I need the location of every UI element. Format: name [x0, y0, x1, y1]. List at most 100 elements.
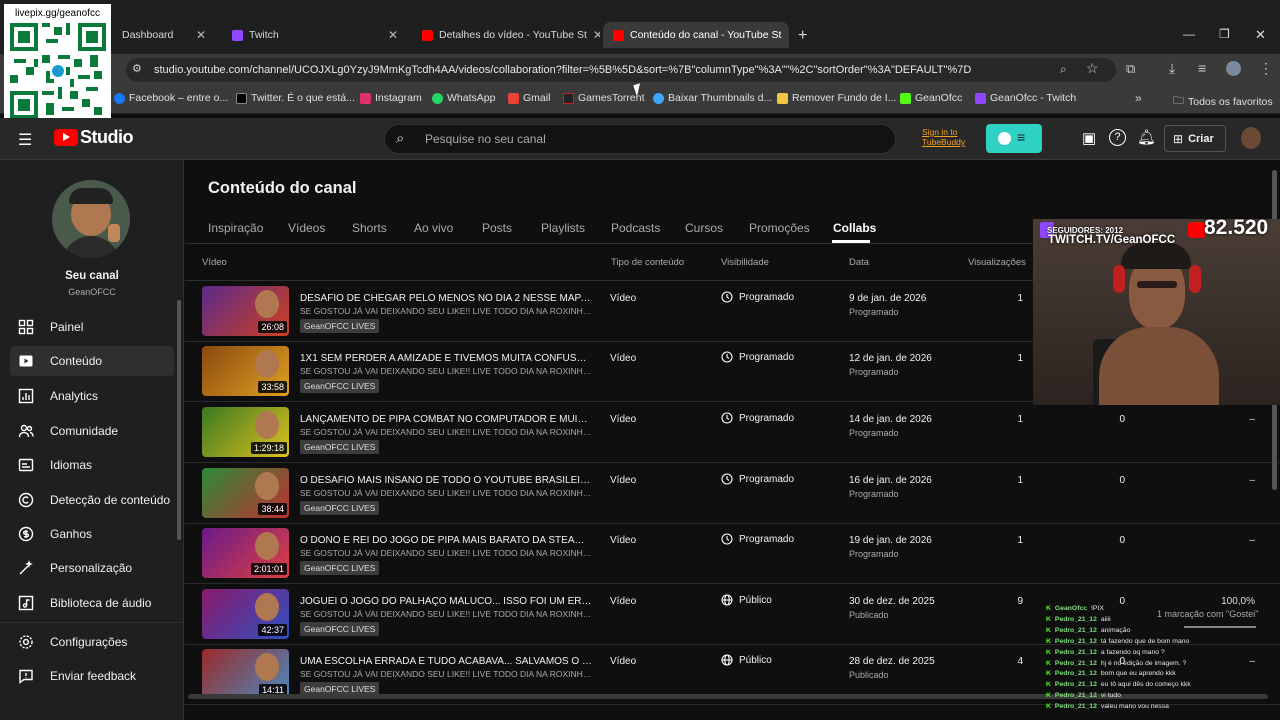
visibility-cell[interactable]: Programado [721, 291, 794, 303]
sidebar-item-feedback[interactable]: Enviar feedback [10, 661, 174, 691]
sidebar-item-analytics[interactable]: Analytics [10, 381, 174, 411]
close-icon[interactable]: ✕ [388, 28, 398, 42]
video-title[interactable]: O DESAFIO MAIS INSANO DE TODO O YOUTUBE … [300, 475, 592, 486]
video-title[interactable]: JOGUEI O JOGO DO PALHAÇO MALUCO... ISSO … [300, 596, 592, 607]
browser-menu-icon[interactable]: ⋮ [1259, 60, 1273, 77]
tab-inspiracao[interactable]: Inspiração [208, 221, 263, 235]
notifications-icon[interactable]: 🔔︎ [1137, 128, 1156, 146]
all-bookmarks[interactable]: 🗀 Todos os favoritos [1173, 92, 1273, 111]
youtube-logo-icon[interactable] [54, 129, 78, 146]
tab-shorts[interactable]: Shorts [352, 221, 387, 235]
video-title[interactable]: DESAFIO DE CHEGAR PELO MENOS NO DIA 2 NE… [300, 293, 592, 304]
tab-playlists[interactable]: Playlists [541, 221, 585, 235]
date-status: Publicado [849, 670, 889, 680]
table-row[interactable]: 38:44 O DESAFIO MAIS INSANO DE TODO O YOU… [185, 463, 1280, 524]
visibility-cell[interactable]: Programado [721, 412, 794, 424]
sidebar-item-comunidade[interactable]: Comunidade [10, 416, 174, 446]
tab-collabs[interactable]: Collabs [833, 221, 876, 235]
bookmark-geanofcc[interactable]: GeanOfcc [900, 92, 962, 104]
tab-dashboard[interactable]: Dashboard ✕ [112, 22, 216, 48]
tab-channel-content[interactable]: Conteúdo do canal - YouTube St ✕ [603, 22, 789, 48]
tab-ao-vivo[interactable]: Ao vivo [414, 221, 453, 235]
video-thumbnail[interactable]: 2:01:01 [202, 528, 289, 578]
sidebar-item-conteudo[interactable]: Conteúdo [10, 346, 174, 376]
visibility-label: Programado [739, 473, 795, 485]
bookmark-thumbnails[interactable]: Baixar Thumbnails d... [653, 92, 772, 104]
site-info-icon[interactable]: ⚙ [132, 62, 142, 75]
video-title[interactable]: UMA ESCOLHA ERRADA E TUDO ACABAVA... SAL… [300, 656, 592, 667]
url-text[interactable]: studio.youtube.com/channel/UCOJXLg0YzyJ9… [154, 64, 1034, 76]
create-post-icon[interactable]: ▣ [1082, 129, 1096, 147]
tab-posts[interactable]: Posts [482, 221, 512, 235]
video-thumbnail[interactable]: 14:11 [202, 649, 289, 699]
tab-cursos[interactable]: Cursos [685, 221, 723, 235]
video-thumbnail[interactable]: 33:58 [202, 346, 289, 396]
column-header-views[interactable]: Visualizações [968, 257, 1026, 268]
bookmark-remove-bg[interactable]: Remover Fundo de I... [777, 92, 896, 104]
column-header-visibility[interactable]: Visibilidade [721, 257, 769, 268]
help-icon[interactable]: ? [1109, 129, 1126, 146]
profile-avatar[interactable] [1226, 61, 1241, 76]
tab-videos[interactable]: Vídeos [288, 221, 325, 235]
sidebar-item-configuracoes[interactable]: Configurações [10, 627, 174, 657]
new-tab-button[interactable]: + [798, 27, 807, 45]
table-row[interactable]: 1:29:18 LANÇAMENTO DE PIPA COMBAT NO COMP… [185, 402, 1280, 463]
video-thumbnail[interactable]: 42:37 [202, 589, 289, 639]
sidebar-item-personalizacao[interactable]: Personalização [10, 553, 174, 583]
media-icon[interactable]: ≡ [1198, 60, 1206, 76]
close-icon[interactable]: ✕ [196, 28, 206, 42]
video-thumbnail[interactable]: 26:08 [202, 286, 289, 336]
bookmark-facebook[interactable]: Facebook – entre o... [114, 92, 228, 104]
sidebar-item-biblioteca-audio[interactable]: Biblioteca de áudio [10, 588, 174, 618]
tubebuddy-sign-in[interactable]: Sign in to TubeBuddy [922, 127, 980, 147]
window-close-button[interactable]: ✕ [1255, 27, 1266, 43]
chat-username: Pedro_21_12 [1054, 703, 1097, 711]
bookmark-geanofcc-twitch[interactable]: GeanOfcc - Twitch [975, 92, 1076, 104]
sidebar-scrollbar[interactable] [177, 300, 181, 540]
table-row[interactable]: 2:01:01 O DONO E REI DO JOGO DE PIPA MAIS… [185, 523, 1280, 584]
visibility-cell[interactable]: Programado [721, 533, 794, 545]
visibility-cell[interactable]: Público [721, 594, 772, 606]
sidebar-item-deteccao[interactable]: Detecção de conteúdo [10, 485, 174, 515]
create-button[interactable]: ⊞ Criar [1164, 125, 1226, 152]
visibility-cell[interactable]: Programado [721, 473, 794, 485]
visibility-cell[interactable]: Programado [721, 351, 794, 363]
sidebar-item-idiomas[interactable]: Idiomas [10, 450, 174, 480]
bookmark-gamestorrent[interactable]: GamesTorrent [563, 92, 645, 104]
tubebuddy-button[interactable]: ≡ [986, 124, 1042, 153]
tab-promocoes[interactable]: Promoções [749, 221, 810, 235]
bookmark-whatsapp[interactable]: WhatsApp [432, 92, 495, 104]
bookmark-gmail[interactable]: Gmail [508, 92, 550, 104]
bookmark-star-icon[interactable]: ☆ [1086, 60, 1099, 77]
tab-video-details[interactable]: Detalhes do vídeo - YouTube St ✕ [412, 22, 600, 48]
more-bookmarks-icon[interactable]: » [1135, 91, 1142, 105]
tab-podcasts[interactable]: Podcasts [611, 221, 660, 235]
video-title[interactable]: LANÇAMENTO DE PIPA COMBAT NO COMPUTADOR … [300, 414, 592, 425]
column-header-date[interactable]: Data [849, 257, 869, 268]
zoom-icon[interactable]: ⌕ [1060, 62, 1067, 77]
visibility-cell[interactable]: Público [721, 654, 772, 666]
account-avatar[interactable] [1241, 127, 1261, 149]
download-icon[interactable]: ⤓ [1169, 60, 1175, 77]
chat-text: aiiii [1100, 615, 1111, 623]
studio-logo[interactable]: Studio [80, 127, 134, 148]
video-title[interactable]: 1X1 SEM PERDER A AMIZADE E TIVEMOS MUITA… [300, 353, 592, 364]
column-header-type[interactable]: Tipo de conteúdo [611, 257, 684, 268]
video-thumbnail[interactable]: 38:44 [202, 468, 289, 518]
video-date: 19 de jan. de 2026 [849, 535, 932, 546]
channel-avatar[interactable] [52, 180, 130, 258]
tab-twitch[interactable]: Twitch ✕ [222, 22, 408, 48]
bookmark-instagram[interactable]: Instagram [360, 92, 422, 104]
video-title[interactable]: O DONO E REI DO JOGO DE PIPA MAIS BARATO… [300, 535, 592, 546]
restore-button[interactable]: ❐ [1219, 27, 1230, 41]
bookmark-twitter[interactable]: Twitter. É o que está... [236, 92, 355, 104]
column-header-video[interactable]: Vídeo [202, 257, 227, 268]
menu-icon[interactable]: ☰ [18, 130, 32, 150]
sidebar-item-painel[interactable]: Painel [10, 312, 174, 342]
video-thumbnail[interactable]: 1:29:18 [202, 407, 289, 457]
extensions-icon[interactable]: ⧉ [1126, 61, 1135, 77]
minimize-button[interactable]: — [1183, 27, 1195, 41]
sidebar-item-ganhos[interactable]: Ganhos [10, 519, 174, 549]
close-icon[interactable]: ✕ [593, 28, 600, 42]
close-icon[interactable]: ✕ [787, 28, 789, 42]
